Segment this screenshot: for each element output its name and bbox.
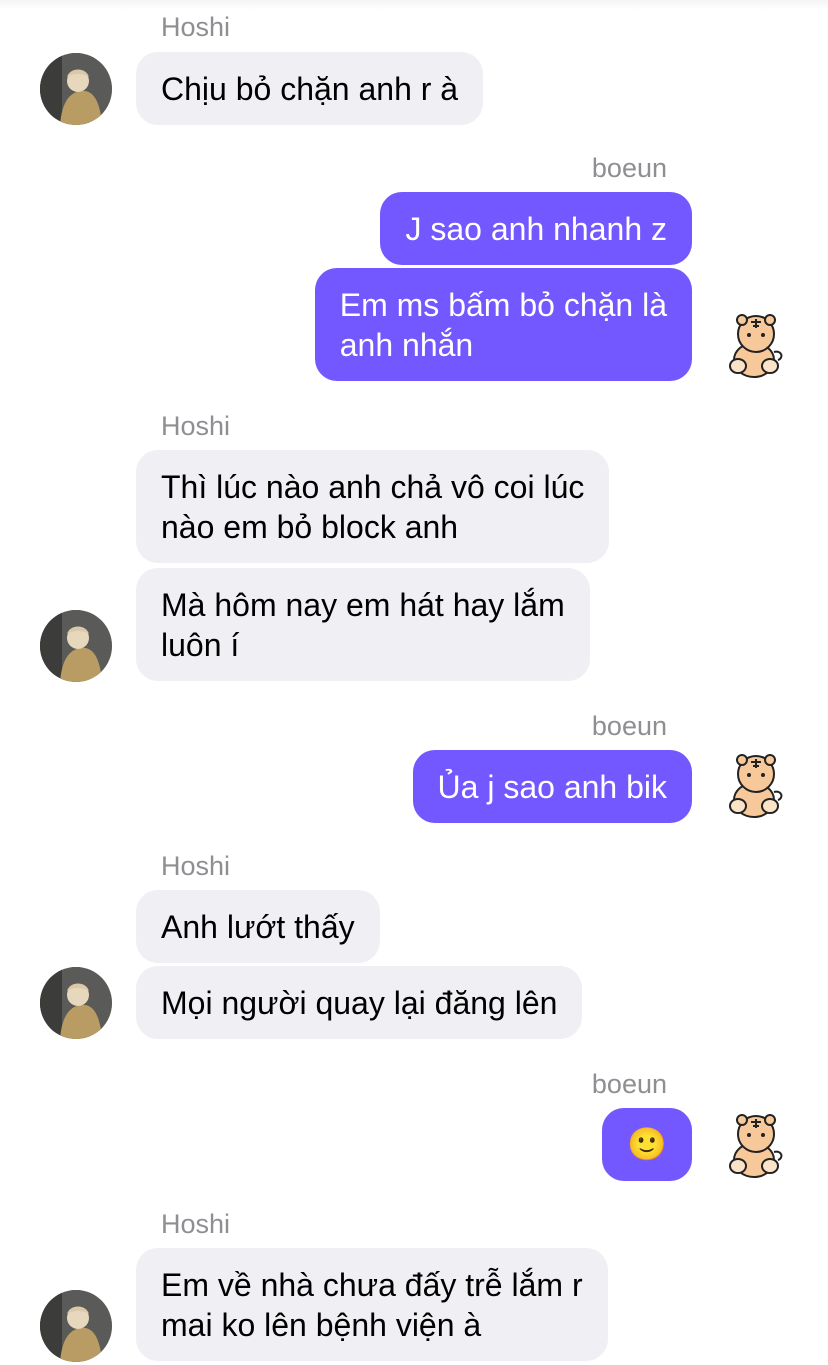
boeun-avatar[interactable]	[718, 750, 788, 820]
hoshi-avatar[interactable]	[40, 53, 112, 125]
sender-name-boeun: boeun	[591, 1069, 667, 1099]
sender-name-hoshi: Hoshi	[161, 851, 231, 881]
boeun-avatar[interactable]	[718, 310, 788, 380]
message-bubble-incoming[interactable]: Thì lúc nào anh chả vô coi lúc nào em bỏ…	[136, 450, 610, 563]
person-photo-icon	[40, 610, 112, 682]
sender-name-boeun: boeun	[591, 711, 667, 741]
top-edge-shade	[0, 0, 828, 10]
tiger-sticker-icon	[729, 754, 783, 818]
sender-name-hoshi: Hoshi	[161, 12, 231, 42]
hoshi-avatar[interactable]	[40, 967, 112, 1039]
message-bubble-incoming[interactable]: Mà hôm nay em hát hay lắm luôn í	[136, 568, 590, 681]
message-bubble-outgoing[interactable]: Em ms bấm bỏ chặn là anh nhắn	[314, 268, 692, 381]
sender-name-hoshi: Hoshi	[161, 1209, 231, 1239]
tiger-sticker-icon	[729, 314, 783, 378]
person-photo-icon	[40, 53, 112, 125]
message-bubble-outgoing-emoji[interactable]: 🙂	[602, 1108, 692, 1181]
message-bubble-incoming[interactable]: Anh lướt thấy	[136, 890, 380, 963]
message-bubble-incoming[interactable]: Chịu bỏ chặn anh r à	[136, 52, 484, 125]
tiger-sticker-icon	[729, 1114, 783, 1178]
boeun-avatar[interactable]	[718, 1110, 788, 1180]
message-bubble-outgoing[interactable]: J sao anh nhanh z	[380, 192, 692, 265]
message-bubble-incoming[interactable]: Em về nhà chưa đấy trễ lắm r mai ko lên …	[136, 1248, 608, 1361]
hoshi-avatar[interactable]	[40, 610, 112, 682]
hoshi-avatar[interactable]	[40, 1290, 112, 1362]
sender-name-boeun: boeun	[591, 153, 667, 183]
sender-name-hoshi: Hoshi	[161, 411, 231, 441]
message-bubble-outgoing[interactable]: Ủa j sao anh bik	[412, 750, 692, 823]
person-photo-icon	[40, 967, 112, 1039]
message-bubble-incoming[interactable]: Mọi người quay lại đăng lên	[136, 966, 583, 1039]
person-photo-icon	[40, 1290, 112, 1362]
